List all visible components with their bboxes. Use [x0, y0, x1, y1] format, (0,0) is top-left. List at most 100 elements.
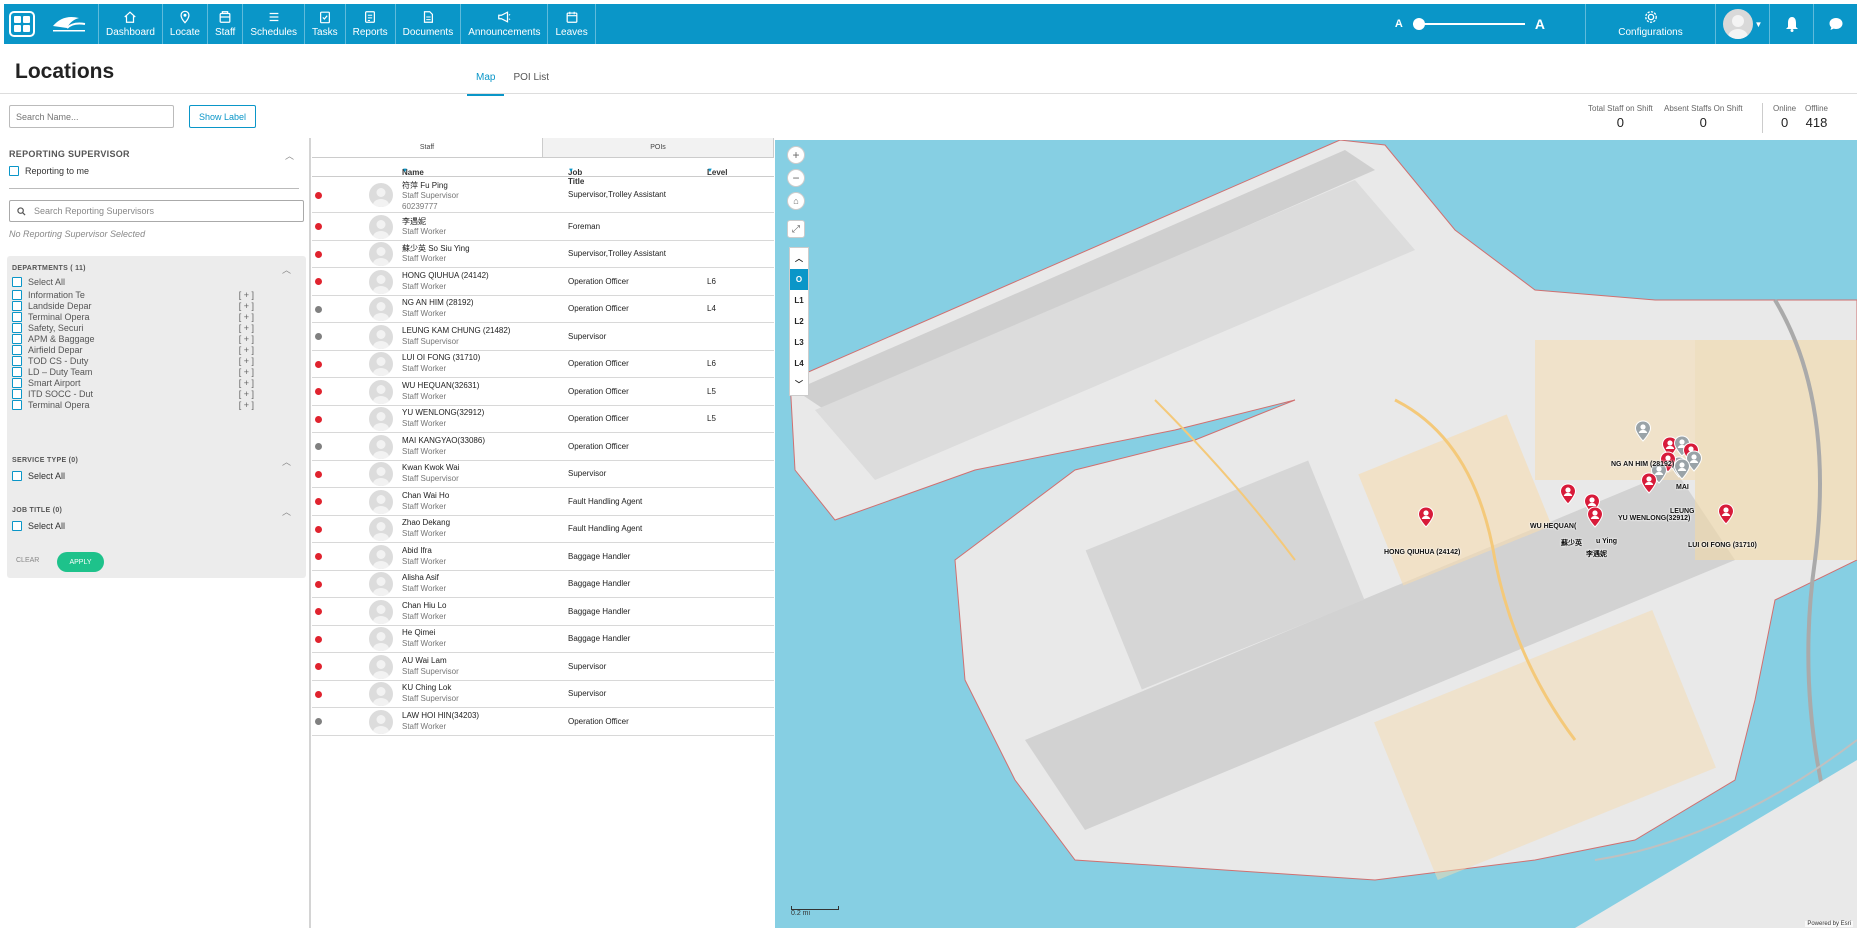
department-option[interactable]: Smart Airport [ + ] — [12, 378, 254, 388]
floor-l4[interactable]: L4 — [790, 353, 808, 374]
nav-tasks[interactable]: Tasks — [304, 4, 345, 44]
expand-department-button[interactable]: [ + ] — [239, 400, 254, 410]
expand-department-button[interactable]: [ + ] — [239, 312, 254, 322]
floor-l1[interactable]: L1 — [790, 290, 808, 311]
font-size-slider[interactable] — [1412, 18, 1525, 30]
zoom-out-button[interactable]: − — [787, 169, 805, 187]
departments-select-all[interactable]: Select All — [12, 277, 65, 287]
nav-locate[interactable]: Locate — [161, 4, 207, 44]
department-checkbox[interactable] — [12, 378, 22, 388]
fullscreen-button[interactable]: ⤢ — [787, 220, 805, 238]
tab-poi-list[interactable]: POI List — [504, 68, 558, 96]
supervisor-search-input[interactable]: Search Reporting Supervisors — [9, 200, 304, 222]
reporting-to-me-option[interactable]: Reporting to me — [9, 166, 89, 176]
floor-up-button[interactable]: ︿ — [790, 248, 808, 269]
tab-staff[interactable]: Staff — [312, 138, 543, 157]
chevron-up-icon[interactable]: ︿ — [285, 149, 294, 162]
department-checkbox[interactable] — [12, 400, 22, 410]
staff-location-pin-icon[interactable] — [1586, 506, 1604, 533]
nav-leaves[interactable]: Leaves — [547, 4, 596, 44]
table-row[interactable]: 李遇妮 Staff Worker Foreman — [312, 213, 774, 241]
nav-schedules[interactable]: Schedules — [242, 4, 304, 44]
floor-l2[interactable]: L2 — [790, 311, 808, 332]
expand-department-button[interactable]: [ + ] — [239, 301, 254, 311]
table-row[interactable]: AU Wai Lam Staff Supervisor Supervisor — [312, 653, 774, 681]
chevron-up-icon[interactable]: ︿ — [282, 263, 291, 276]
table-row[interactable]: 符萍 Fu Ping Staff Supervisor 60239777 Superv… — [312, 177, 774, 213]
department-option[interactable]: Terminal Opera [ + ] — [12, 312, 254, 322]
expand-department-button[interactable]: [ + ] — [239, 290, 254, 300]
app-grid-icon[interactable] — [4, 4, 40, 44]
clear-button[interactable]: CLEAR — [16, 557, 39, 564]
floor-down-button[interactable]: ﹀ — [790, 374, 808, 395]
department-option[interactable]: Landside Depar [ + ] — [12, 301, 254, 311]
staff-location-pin-icon[interactable] — [1673, 458, 1691, 485]
notifications-button[interactable] — [1769, 4, 1813, 44]
map-view[interactable]: + − ⌂ ⤢ ︿ O L1 L2 L3 L4 ﹀ HONG QIUHUA (2… — [775, 140, 1857, 928]
reporting-to-me-checkbox[interactable] — [9, 166, 19, 176]
table-row[interactable]: Chan Hiu Lo Staff Worker Baggage Handler — [312, 598, 774, 626]
nav-dashboard[interactable]: Dashboard — [98, 4, 162, 44]
table-row[interactable]: Zhao Dekang Staff Worker Fault Handling Ag… — [312, 516, 774, 543]
department-option[interactable]: LD – Duty Team [ + ] — [12, 367, 254, 377]
zoom-in-button[interactable]: + — [787, 146, 805, 164]
nav-documents[interactable]: Documents — [394, 4, 461, 44]
table-row[interactable]: YU WENLONG(32912) Staff Worker Operation O… — [312, 406, 774, 433]
service-type-select-all[interactable]: Select All — [12, 471, 65, 481]
table-row[interactable]: 蘇少英 So Siu Ying Staff Worker Supervisor,Tr… — [312, 241, 774, 268]
apply-button[interactable]: APPLY — [57, 552, 104, 572]
chevron-up-icon[interactable]: ︿ — [282, 505, 291, 518]
expand-department-button[interactable]: [ + ] — [239, 356, 254, 366]
floor-o[interactable]: O — [790, 269, 808, 290]
table-row[interactable]: MAI KANGYAO(33086) Staff Worker Operation … — [312, 433, 774, 461]
table-row[interactable]: LEUNG KAM CHUNG (21482) Staff Supervisor S… — [312, 323, 774, 351]
department-checkbox[interactable] — [12, 290, 22, 300]
job-title-select-all[interactable]: Select All — [12, 521, 65, 531]
nav-announcements[interactable]: Announcements — [460, 4, 547, 44]
table-row[interactable]: WU HEQUAN(32631) Staff Worker Operation Of… — [312, 378, 774, 406]
nav-configurations[interactable]: Configurations — [1585, 4, 1715, 44]
table-row[interactable]: HONG QIUHUA (24142) Staff Worker Operation… — [312, 268, 774, 296]
department-checkbox[interactable] — [12, 312, 22, 322]
department-checkbox[interactable] — [12, 367, 22, 377]
staff-location-pin-icon[interactable] — [1640, 472, 1658, 499]
department-checkbox[interactable] — [12, 301, 22, 311]
department-checkbox[interactable] — [12, 334, 22, 344]
staff-location-pin-icon[interactable] — [1634, 420, 1652, 447]
expand-department-button[interactable]: [ + ] — [239, 345, 254, 355]
chevron-up-icon[interactable]: ︿ — [282, 455, 291, 468]
expand-department-button[interactable]: [ + ] — [239, 367, 254, 377]
table-row[interactable]: Kwan Kwok Wai Staff Supervisor Supervisor — [312, 461, 774, 488]
department-checkbox[interactable] — [12, 356, 22, 366]
slider-thumb[interactable] — [1412, 18, 1425, 30]
user-avatar-menu[interactable]: ▼ — [1715, 4, 1769, 44]
home-view-button[interactable]: ⌂ — [787, 192, 805, 210]
expand-department-button[interactable]: [ + ] — [239, 378, 254, 388]
department-option[interactable]: ITD SOCC - Dut [ + ] — [12, 389, 254, 399]
nav-reports[interactable]: Reports — [344, 4, 395, 44]
department-option[interactable]: Safety, Securi [ + ] — [12, 323, 254, 333]
tab-map[interactable]: Map — [467, 68, 505, 96]
chat-button[interactable] — [1813, 4, 1857, 44]
department-checkbox[interactable] — [12, 345, 22, 355]
table-row[interactable]: Alisha Asif Staff Worker Baggage Handler — [312, 571, 774, 598]
select-all-checkbox[interactable] — [12, 521, 22, 531]
table-row[interactable]: KU Ching Lok Staff Supervisor Supervisor — [312, 681, 774, 708]
department-option[interactable]: APM & Baggage [ + ] — [12, 334, 254, 344]
department-checkbox[interactable] — [12, 389, 22, 399]
tab-pois[interactable]: POIs — [543, 138, 774, 157]
table-row[interactable]: LAW HOI HIN(34203) Staff Worker Operation … — [312, 708, 774, 736]
table-row[interactable]: Abid Ifra Staff Worker Baggage Handler — [312, 543, 774, 571]
search-name-input[interactable] — [9, 105, 174, 128]
department-option[interactable]: Information Te [ + ] — [12, 290, 254, 300]
table-row[interactable]: Chan Wai Ho Staff Worker Fault Handling Ag… — [312, 488, 774, 516]
select-all-checkbox[interactable] — [12, 471, 22, 481]
nav-staff[interactable]: Staff — [206, 4, 242, 44]
expand-department-button[interactable]: [ + ] — [239, 323, 254, 333]
department-option[interactable]: Airfield Depar [ + ] — [12, 345, 254, 355]
expand-department-button[interactable]: [ + ] — [239, 389, 254, 399]
department-option[interactable]: TOD CS - Duty [ + ] — [12, 356, 254, 366]
staff-location-pin-icon[interactable] — [1717, 503, 1735, 530]
staff-location-pin-icon[interactable] — [1559, 483, 1577, 510]
table-row[interactable]: NG AN HIM (28192) Staff Worker Operation O… — [312, 296, 774, 323]
